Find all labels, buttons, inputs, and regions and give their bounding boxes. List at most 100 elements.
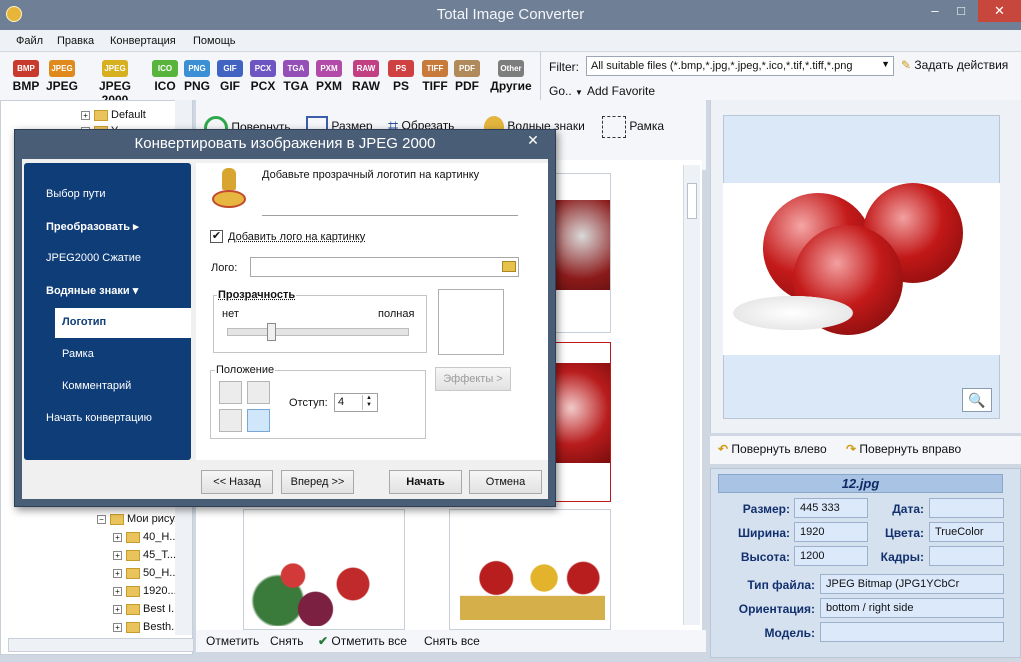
- add-favorite-button[interactable]: Add Favorite: [587, 84, 655, 98]
- folder-open-icon[interactable]: [500, 258, 517, 275]
- nav-logo[interactable]: Логотип: [62, 316, 106, 328]
- chevron-down-icon: ▼: [881, 59, 890, 69]
- effects-button[interactable]: Эффекты >: [435, 367, 511, 391]
- format-ps-icon: PS: [388, 60, 414, 77]
- rotate-left-icon: ↶: [718, 442, 729, 456]
- offset-value: 4: [338, 396, 345, 408]
- folder-icon: [126, 567, 140, 579]
- set-actions-button[interactable]: ✎ Задать действия: [901, 58, 1008, 72]
- position-cell-bottom-left[interactable]: [219, 409, 242, 432]
- maximize-button[interactable]: □: [944, 0, 978, 22]
- format-button-tga[interactable]: TGA TGA: [280, 60, 312, 100]
- position-cell-bottom-right[interactable]: [247, 409, 270, 432]
- filter-value: All suitable files (*.bmp,*.jpg,*.jpeg,*…: [591, 60, 853, 72]
- folder-icon: [126, 549, 140, 561]
- tree-item[interactable]: + Besth...: [113, 621, 180, 639]
- filter-select[interactable]: All suitable files (*.bmp,*.jpg,*.jpeg,*…: [586, 56, 894, 76]
- size-value: 445 333: [794, 498, 868, 518]
- transparency-group: [213, 295, 427, 353]
- spinner-arrows-icon[interactable]: ▲ ▼: [362, 395, 375, 410]
- nav-compress[interactable]: JPEG2000 Сжатие: [46, 252, 141, 264]
- title-bar: Total Image Converter: [0, 0, 1021, 30]
- format-button-ico[interactable]: ICO ICO: [149, 60, 181, 100]
- expand-icon[interactable]: +: [113, 586, 122, 596]
- expand-icon[interactable]: +: [113, 568, 122, 578]
- chevron-down-icon: ▾: [132, 285, 139, 297]
- frame-icon: [602, 116, 626, 138]
- tree-item[interactable]: +45_T...: [113, 549, 176, 567]
- format-button-ps[interactable]: PS PS: [385, 60, 417, 100]
- format-button-другие[interactable]: Other Другие: [486, 60, 536, 100]
- nav-frame[interactable]: Рамка: [62, 348, 94, 360]
- format-label: PNG: [183, 79, 210, 93]
- format-button-jpeg-2000[interactable]: JPEG 2000JPEG 2000: [84, 60, 146, 107]
- format-button-raw[interactable]: RAW RAW: [349, 60, 383, 100]
- tree-item[interactable]: +40_H...: [113, 531, 178, 549]
- format-button-pxm[interactable]: PXM PXM: [312, 60, 346, 100]
- expand-icon[interactable]: +: [113, 550, 122, 560]
- unmark-all-button[interactable]: Снять все: [424, 634, 480, 648]
- menu-help[interactable]: Помощь: [193, 35, 236, 47]
- menu-file[interactable]: Файл: [16, 35, 43, 47]
- format-bmp-icon: BMP: [13, 60, 39, 77]
- dialog-close-button[interactable]: ✕: [518, 130, 548, 150]
- format-button-pdf[interactable]: PDF PDF: [451, 60, 483, 100]
- zoom-button[interactable]: 🔍: [962, 388, 992, 412]
- nav-comment[interactable]: Комментарий: [62, 380, 131, 392]
- transparency-slider-thumb[interactable]: [266, 323, 276, 341]
- offset-label: Отступ:: [289, 397, 328, 409]
- close-button[interactable]: ✕: [978, 0, 1021, 22]
- format-button-bmp[interactable]: BMP BMP: [6, 60, 46, 100]
- tree-item[interactable]: + Best I...: [113, 603, 180, 621]
- tree-horizontal-scrollbar[interactable]: [8, 638, 194, 652]
- format-button-tiff[interactable]: TIFF TIFF: [419, 60, 451, 100]
- cancel-button[interactable]: Отмена: [469, 470, 542, 494]
- expand-icon[interactable]: +: [113, 604, 122, 614]
- go-button[interactable]: Go.. ▼: [549, 84, 583, 98]
- folder-icon: [110, 513, 124, 525]
- rotate-right-button[interactable]: ↷ Повернуть вправо: [846, 442, 961, 456]
- thumbnail[interactable]: [243, 509, 405, 630]
- mark-button[interactable]: Отметить: [206, 634, 259, 648]
- height-value: 1200: [794, 546, 868, 566]
- position-cell-top-right[interactable]: [247, 381, 270, 404]
- format-button-png[interactable]: PNG PNG: [181, 60, 213, 100]
- expand-icon[interactable]: +: [81, 110, 90, 120]
- menu-edit[interactable]: Правка: [57, 35, 94, 47]
- transparency-track[interactable]: [227, 328, 409, 336]
- nav-path[interactable]: Выбор пути: [46, 188, 105, 200]
- tree-item[interactable]: − Мои рису...: [97, 513, 183, 531]
- back-button[interactable]: << Назад: [201, 470, 273, 494]
- width-value: 1920: [794, 522, 868, 542]
- nav-watermarks[interactable]: Водяные знаки ▾: [46, 284, 138, 297]
- rotate-left-button[interactable]: ↶ Повернуть влево: [718, 442, 827, 456]
- tree-item[interactable]: +50_H...: [113, 567, 178, 585]
- nav-start[interactable]: Начать конвертацию: [46, 412, 152, 424]
- width-label: Ширина:: [737, 526, 790, 540]
- logo-path-input[interactable]: [250, 257, 519, 277]
- thumbnails-vertical-scrollbar[interactable]: [683, 165, 700, 625]
- expand-icon[interactable]: +: [113, 532, 122, 542]
- unmark-button[interactable]: Снять: [270, 634, 304, 648]
- format-label: BMP: [12, 79, 40, 93]
- thumbnail[interactable]: [449, 509, 611, 630]
- add-logo-checkbox[interactable]: ✔: [210, 230, 223, 243]
- format-ico-icon: ICO: [152, 60, 178, 77]
- next-button[interactable]: Вперед >>: [281, 470, 354, 494]
- format-button-gif[interactable]: GIF GIF: [214, 60, 246, 100]
- tree-item[interactable]: +1920...: [113, 585, 177, 603]
- mark-all-button[interactable]: ✔ Отметить все: [318, 634, 407, 648]
- start-button[interactable]: Начать: [389, 470, 462, 494]
- format-raw-icon: RAW: [353, 60, 379, 77]
- position-cell-top-left[interactable]: [219, 381, 242, 404]
- frame-tool-button[interactable]: Рамка: [602, 116, 664, 138]
- selection-bar: Отметить Снять ✔ Отметить все Снять все: [196, 630, 706, 652]
- format-button-pcx[interactable]: PCX PCX: [247, 60, 279, 100]
- nav-convert[interactable]: Преобразовать ▸: [46, 220, 139, 233]
- rotate-right-icon: ↷: [846, 442, 857, 456]
- format-button-jpeg[interactable]: JPEG JPEG: [45, 60, 79, 100]
- expand-icon[interactable]: −: [97, 514, 106, 524]
- menu-convert[interactable]: Конвертация: [110, 35, 176, 47]
- add-logo-label[interactable]: Добавить лого на картинку: [228, 231, 365, 243]
- expand-icon[interactable]: +: [113, 622, 122, 632]
